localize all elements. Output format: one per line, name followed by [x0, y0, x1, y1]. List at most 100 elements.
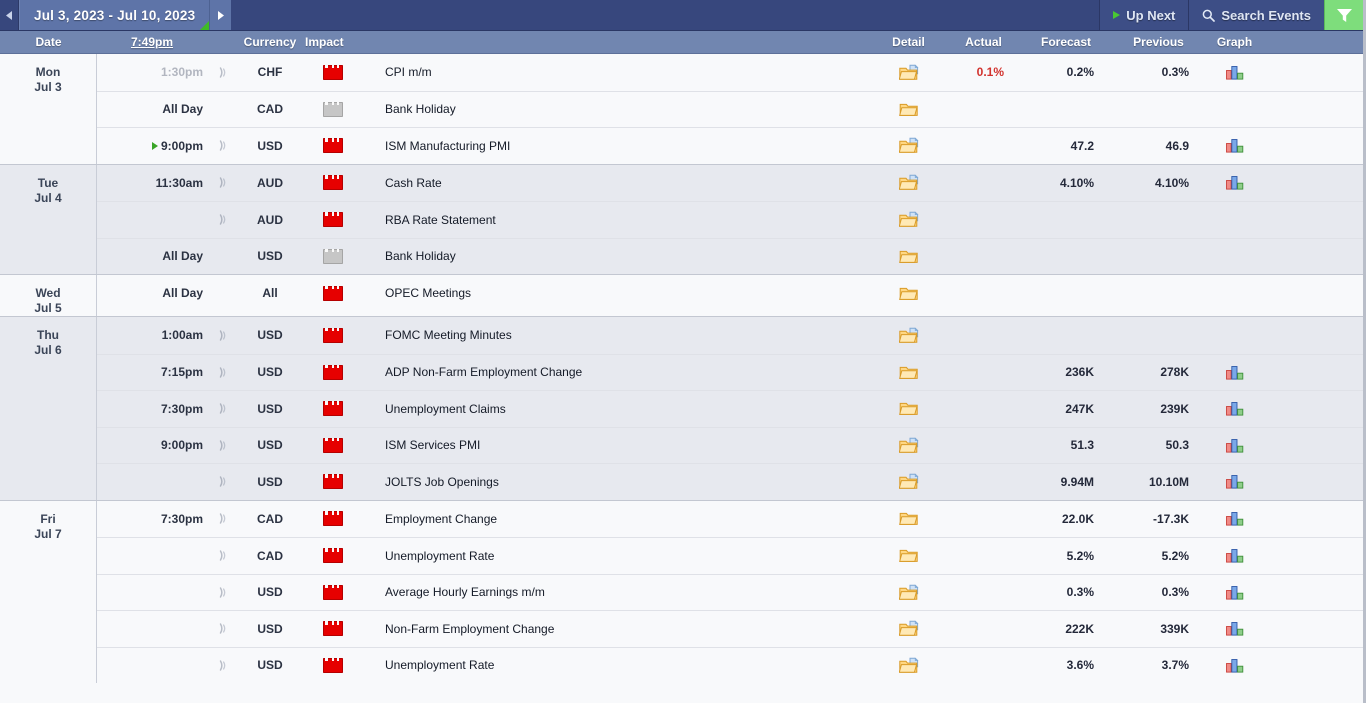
sound-alert-icon[interactable] [218, 176, 229, 189]
graph-bar-chart-icon[interactable] [1225, 65, 1244, 80]
folder-doc-icon[interactable] [898, 327, 919, 344]
date-range-button[interactable]: Jul 3, 2023 - Jul 10, 2023 [19, 0, 211, 30]
event-detail-cell[interactable] [871, 64, 946, 81]
event-detail-cell[interactable] [871, 285, 946, 302]
event-detail-cell[interactable] [871, 547, 946, 564]
event-title[interactable]: Bank Holiday [381, 249, 871, 263]
event-graph-cell[interactable] [1206, 658, 1263, 673]
event-title[interactable]: JOLTS Job Openings [381, 475, 871, 489]
event-title[interactable]: RBA Rate Statement [381, 213, 871, 227]
table-row[interactable]: USD Average Hourly Earnings m/m 0.3% 0.3% [97, 573, 1363, 611]
event-graph-cell[interactable] [1206, 438, 1263, 453]
event-graph-cell[interactable] [1206, 474, 1263, 489]
event-detail-cell[interactable] [871, 248, 946, 265]
event-graph-cell[interactable] [1206, 401, 1263, 416]
event-title[interactable]: Bank Holiday [381, 102, 871, 116]
table-row[interactable]: USD Unemployment Rate 3.6% 3.7% [97, 646, 1363, 684]
event-detail-cell[interactable] [871, 364, 946, 381]
event-detail-cell[interactable] [871, 584, 946, 601]
event-graph-cell[interactable] [1206, 621, 1263, 636]
event-detail-cell[interactable] [871, 473, 946, 490]
sound-alert-icon[interactable] [218, 586, 229, 599]
table-row[interactable]: USD JOLTS Job Openings 9.94M 10.10M [97, 463, 1363, 500]
event-title[interactable]: Average Hourly Earnings m/m [381, 585, 871, 599]
column-header-time[interactable]: 7:49pm [97, 35, 207, 49]
graph-bar-chart-icon[interactable] [1225, 548, 1244, 563]
table-row[interactable]: 9:00pm USD ISM Manufacturing PMI 47.2 46.9 [97, 127, 1363, 164]
event-graph-cell[interactable] [1206, 548, 1263, 563]
sound-alert-icon[interactable] [218, 213, 229, 226]
event-graph-cell[interactable] [1206, 365, 1263, 380]
folder-icon[interactable] [898, 248, 919, 265]
next-week-button[interactable] [210, 0, 233, 30]
table-row[interactable]: All Day CAD Bank Holiday [97, 90, 1363, 128]
table-row[interactable]: 7:30pm USD Unemployment Claims 247K 239K [97, 390, 1363, 427]
event-title[interactable]: OPEC Meetings [381, 286, 871, 300]
event-detail-cell[interactable] [871, 101, 946, 118]
folder-doc-icon[interactable] [898, 137, 919, 154]
event-title[interactable]: ISM Manufacturing PMI [381, 139, 871, 153]
graph-bar-chart-icon[interactable] [1225, 138, 1244, 153]
event-graph-cell[interactable] [1206, 138, 1263, 153]
graph-bar-chart-icon[interactable] [1225, 401, 1244, 416]
folder-doc-icon[interactable] [898, 620, 919, 637]
graph-bar-chart-icon[interactable] [1225, 175, 1244, 190]
sound-alert-icon[interactable] [218, 329, 229, 342]
event-title[interactable]: Non-Farm Employment Change [381, 622, 871, 636]
event-detail-cell[interactable] [871, 437, 946, 454]
folder-doc-icon[interactable] [898, 584, 919, 601]
table-row[interactable]: 7:30pm CAD Employment Change 22.0K -17.3K [97, 501, 1363, 538]
folder-icon[interactable] [898, 285, 919, 302]
graph-bar-chart-icon[interactable] [1225, 474, 1244, 489]
graph-bar-chart-icon[interactable] [1225, 438, 1244, 453]
event-graph-cell[interactable] [1206, 511, 1263, 526]
folder-doc-icon[interactable] [898, 473, 919, 490]
search-events-button[interactable]: Search Events [1188, 0, 1324, 30]
event-detail-cell[interactable] [871, 327, 946, 344]
table-row[interactable]: 7:15pm USD ADP Non-Farm Employment Change 2… [97, 353, 1363, 391]
prev-week-button[interactable] [0, 0, 19, 30]
folder-icon[interactable] [898, 364, 919, 381]
event-detail-cell[interactable] [871, 174, 946, 191]
event-title[interactable]: Unemployment Rate [381, 549, 871, 563]
table-row[interactable]: All Day USD Bank Holiday [97, 237, 1363, 275]
event-title[interactable]: Cash Rate [381, 176, 871, 190]
graph-bar-chart-icon[interactable] [1225, 511, 1244, 526]
folder-icon[interactable] [898, 510, 919, 527]
folder-doc-icon[interactable] [898, 64, 919, 81]
event-title[interactable]: ISM Services PMI [381, 438, 871, 452]
sound-alert-icon[interactable] [218, 366, 229, 379]
table-row[interactable]: 11:30am AUD Cash Rate 4.10% 4.10% [97, 165, 1363, 202]
event-title[interactable]: CPI m/m [381, 65, 871, 79]
folder-icon[interactable] [898, 547, 919, 564]
table-row[interactable]: 1:30pm CHF CPI m/m 0.1% 0.2% 0.3% [97, 54, 1363, 91]
table-row[interactable]: AUD RBA Rate Statement [97, 201, 1363, 238]
event-detail-cell[interactable] [871, 620, 946, 637]
event-detail-cell[interactable] [871, 137, 946, 154]
graph-bar-chart-icon[interactable] [1225, 621, 1244, 636]
folder-doc-icon[interactable] [898, 211, 919, 228]
event-title[interactable]: Employment Change [381, 512, 871, 526]
event-title[interactable]: Unemployment Rate [381, 658, 871, 672]
filter-button[interactable] [1324, 0, 1363, 30]
graph-bar-chart-icon[interactable] [1225, 365, 1244, 380]
sound-alert-icon[interactable] [218, 659, 229, 672]
event-detail-cell[interactable] [871, 657, 946, 674]
event-title[interactable]: ADP Non-Farm Employment Change [381, 365, 871, 379]
folder-doc-icon[interactable] [898, 657, 919, 674]
sound-alert-icon[interactable] [218, 402, 229, 415]
table-row[interactable]: USD Non-Farm Employment Change 222K 339K [97, 610, 1363, 647]
sound-alert-icon[interactable] [218, 512, 229, 525]
folder-doc-icon[interactable] [898, 437, 919, 454]
event-graph-cell[interactable] [1206, 585, 1263, 600]
sound-alert-icon[interactable] [218, 549, 229, 562]
event-title[interactable]: FOMC Meeting Minutes [381, 328, 871, 342]
folder-icon[interactable] [898, 400, 919, 417]
folder-doc-icon[interactable] [898, 174, 919, 191]
event-detail-cell[interactable] [871, 211, 946, 228]
folder-icon[interactable] [898, 101, 919, 118]
graph-bar-chart-icon[interactable] [1225, 585, 1244, 600]
table-row[interactable]: CAD Unemployment Rate 5.2% 5.2% [97, 537, 1363, 574]
event-title[interactable]: Unemployment Claims [381, 402, 871, 416]
event-detail-cell[interactable] [871, 400, 946, 417]
